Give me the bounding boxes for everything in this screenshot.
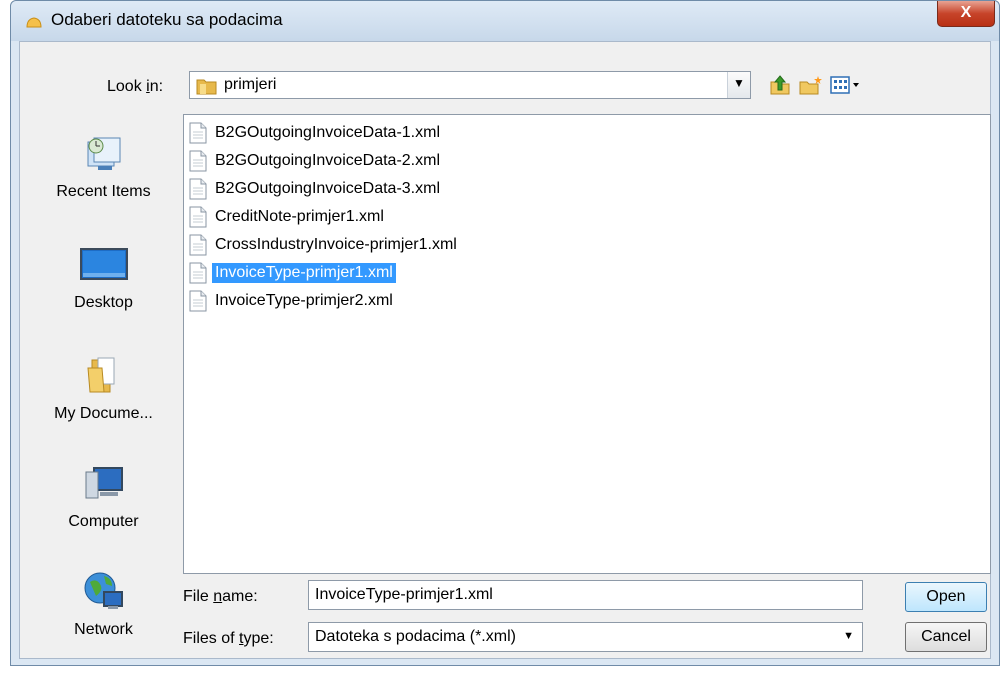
file-name-label: File name: bbox=[183, 588, 258, 605]
file-icon bbox=[189, 150, 207, 172]
recent-items-icon bbox=[87, 137, 120, 170]
file-item[interactable]: InvoiceType-primjer2.xml bbox=[189, 289, 396, 313]
file-icon bbox=[189, 262, 207, 284]
close-icon: X bbox=[960, 4, 972, 21]
place-my-documents[interactable]: My Docume... bbox=[38, 354, 169, 423]
file-item[interactable]: B2GOutgoingInvoiceData-2.xml bbox=[189, 149, 443, 173]
look-in-dropdown-button[interactable]: ▼ bbox=[727, 72, 750, 98]
place-label: Computer bbox=[68, 513, 139, 530]
network-icon bbox=[84, 572, 123, 609]
look-in-value: primjeri bbox=[224, 76, 277, 93]
file-name: InvoiceType-primjer1.xml bbox=[212, 263, 396, 283]
open-button[interactable]: Open bbox=[905, 582, 987, 612]
look-in-combobox[interactable]: primjeri ▼ bbox=[189, 71, 751, 99]
place-recent-items[interactable]: Recent Items bbox=[38, 134, 169, 201]
my-documents-icon bbox=[86, 357, 114, 393]
file-name: CreditNote-primjer1.xml bbox=[215, 208, 384, 225]
place-computer[interactable]: Computer bbox=[38, 462, 169, 531]
view-menu-icon[interactable] bbox=[830, 74, 862, 96]
computer-icon bbox=[85, 467, 123, 499]
place-label: Network bbox=[74, 621, 133, 638]
look-in-label: Look in: bbox=[107, 78, 164, 95]
desktop-icon bbox=[79, 248, 128, 280]
cancel-button[interactable]: Cancel bbox=[905, 622, 987, 652]
places-bar: Recent Items Desktop My Docume... Comput… bbox=[38, 110, 169, 655]
file-name: InvoiceType-primjer2.xml bbox=[215, 292, 393, 309]
file-name-input[interactable]: InvoiceType-primjer1.xml bbox=[308, 580, 863, 610]
app-icon bbox=[26, 17, 42, 28]
new-folder-icon[interactable] bbox=[798, 74, 824, 96]
place-network[interactable]: Network bbox=[38, 568, 169, 639]
dialog-body: Look in: primjeri ▼ Recent Items Desktop… bbox=[19, 41, 991, 659]
place-desktop[interactable]: Desktop bbox=[38, 245, 169, 312]
place-label: Recent Items bbox=[56, 183, 151, 200]
file-item[interactable]: InvoiceType-primjer1.xml bbox=[189, 261, 396, 285]
close-button[interactable]: X bbox=[937, 1, 995, 27]
file-item[interactable]: CrossIndustryInvoice-primjer1.xml bbox=[189, 233, 460, 257]
place-label: Desktop bbox=[74, 294, 133, 311]
file-item[interactable]: CreditNote-primjer1.xml bbox=[189, 205, 387, 229]
up-folder-icon[interactable] bbox=[768, 74, 792, 96]
window-title: Odaberi datoteku sa podacima bbox=[51, 10, 283, 29]
file-list[interactable]: B2GOutgoingInvoiceData-1.xml B2GOutgoingI… bbox=[183, 114, 991, 574]
file-type-label: Files of type: bbox=[183, 630, 274, 647]
file-name: B2GOutgoingInvoiceData-2.xml bbox=[215, 152, 440, 169]
file-icon bbox=[189, 290, 207, 312]
file-name: B2GOutgoingInvoiceData-1.xml bbox=[215, 124, 440, 141]
file-icon bbox=[189, 206, 207, 228]
file-item[interactable]: B2GOutgoingInvoiceData-3.xml bbox=[189, 177, 443, 201]
file-name: CrossIndustryInvoice-primjer1.xml bbox=[215, 236, 457, 253]
file-item[interactable]: B2GOutgoingInvoiceData-1.xml bbox=[189, 121, 443, 145]
file-icon bbox=[189, 234, 207, 256]
file-type-select[interactable]: Datoteka s podacima (*.xml) ▼ bbox=[308, 622, 863, 652]
title-bar[interactable]: Odaberi datoteku sa podacima X bbox=[11, 1, 999, 41]
chevron-down-icon: ▼ bbox=[843, 630, 854, 642]
file-type-value: Datoteka s podacima (*.xml) bbox=[315, 628, 516, 645]
file-name: B2GOutgoingInvoiceData-3.xml bbox=[215, 180, 440, 197]
file-icon bbox=[189, 122, 207, 144]
place-label: My Docume... bbox=[54, 405, 153, 422]
chevron-down-icon: ▼ bbox=[733, 76, 745, 90]
file-icon bbox=[189, 178, 207, 200]
file-open-dialog: Odaberi datoteku sa podacima X Look in: … bbox=[10, 0, 1000, 666]
folder-icon bbox=[196, 79, 217, 95]
